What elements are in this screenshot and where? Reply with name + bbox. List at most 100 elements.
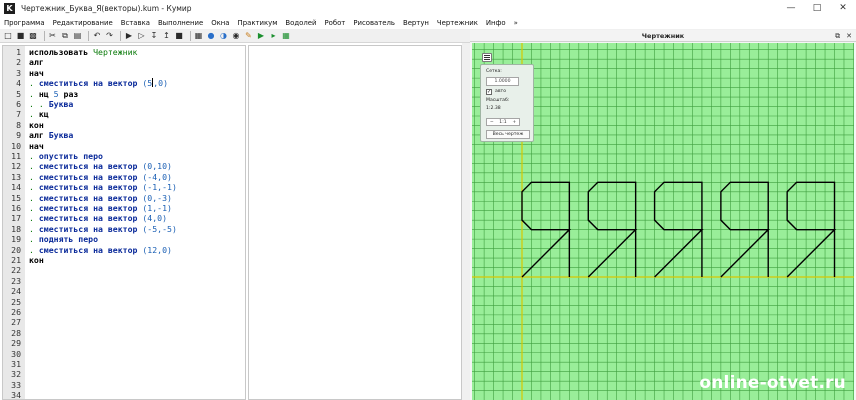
line-number: 3 [16,67,21,78]
menu-windows[interactable]: Окна [207,19,233,27]
new-file-icon[interactable]: □ [3,31,13,41]
grid-spinbox[interactable]: 1.0000 [486,77,519,86]
margin-panel[interactable] [248,45,462,400]
line-number: 34 [11,390,21,400]
auto-checkbox[interactable]: ✓ [486,89,492,95]
code-line[interactable]: 30 [3,349,243,359]
menu-vertun[interactable]: Вертун [399,19,433,27]
menu-program[interactable]: Программа [0,19,49,27]
app-window: K Чертежник_Буква_Я(векторы).kum - Кумир… [0,0,856,400]
toolbar-separator [120,30,121,41]
line-number: 24 [11,286,21,297]
code-line[interactable]: 14. сместиться на вектор (-1,-1) [3,182,243,192]
fit-drawing-button[interactable]: Весь чертеж [486,130,530,139]
menu-info[interactable]: Инфо [482,19,510,27]
menu-vodoley[interactable]: Водолей [281,19,320,27]
menu-drawer[interactable]: Чертежник [433,19,482,27]
code-line[interactable]: 9 алг Буква [3,130,243,140]
menu-practicum[interactable]: Практикум [234,19,282,27]
code-line[interactable]: 17. сместиться на вектор (4,0) [3,213,243,223]
step-out-icon[interactable]: ↥ [162,31,172,41]
code-line[interactable]: 15. сместиться на вектор (0,-3) [3,193,243,203]
camera-icon[interactable]: ◉ [231,31,241,41]
code-line[interactable]: 11. опустить перо [3,151,243,161]
code-token: сместиться на вектор [38,223,143,234]
undo-icon[interactable]: ↶ [92,31,102,41]
code-line[interactable]: 28 [3,328,243,338]
code-line[interactable]: 26 [3,307,243,317]
menu-insert[interactable]: Вставка [117,19,154,27]
code-text: . сместиться на вектор (-4,0) [29,172,172,182]
menu-run[interactable]: Выполнение [154,19,207,27]
code-line[interactable]: 23 [3,276,243,286]
code-line[interactable]: 34 [3,390,243,400]
globe-icon[interactable]: ◑ [219,31,229,41]
drawer-title: Чертежник [470,30,856,42]
redo-icon[interactable]: ↷ [105,31,115,41]
float-icon[interactable]: ⧉ [835,32,840,41]
grid-green-icon[interactable]: ▦ [281,31,291,41]
maximize-icon[interactable]: □ [804,0,830,16]
step-in-icon[interactable]: ↧ [149,31,159,41]
code-line[interactable]: 6 . . Буква [3,99,243,109]
code-line[interactable]: 2 алг [3,57,243,67]
grid-icon[interactable]: ▦ [194,31,204,41]
copy-icon[interactable]: ⧉ [60,31,70,41]
zoom-in-button[interactable]: + [512,120,516,125]
code-line[interactable]: 33 [3,380,243,390]
code-line[interactable]: 3 нач [3,68,243,78]
code-line[interactable]: 1 использовать Чертежник [3,47,243,57]
run-step-icon[interactable]: ▷ [137,31,147,41]
menu-edit[interactable]: Редактирование [49,19,117,27]
close-icon[interactable]: ✕ [846,32,852,40]
menu-more[interactable]: » [510,19,522,27]
code-line[interactable]: 18. сместиться на вектор (-5,-5) [3,224,243,234]
minimize-icon[interactable]: — [778,0,804,16]
menu-painter[interactable]: Рисователь [349,19,399,27]
code-line[interactable]: 22 [3,265,243,275]
stop-icon[interactable]: ■ [174,31,184,41]
menu-robot[interactable]: Робот [320,19,349,27]
step-green-icon[interactable]: ▸ [269,31,279,41]
line-number: 16 [11,203,21,213]
code-line[interactable]: 16. сместиться на вектор (1,-1) [3,203,243,213]
code-text: . поднять перо [29,234,98,244]
run-green-icon[interactable]: ▶ [256,31,266,41]
zoom-out-button[interactable]: − [490,120,494,125]
line-number: 17 [11,213,21,224]
cut-icon[interactable]: ✂ [48,31,58,41]
code-text: . сместиться на вектор (-5,-5) [29,224,177,234]
code-line[interactable]: 12. сместиться на вектор (0,10) [3,161,243,171]
drawer-controls: ⧉ ✕ [829,30,852,42]
line-number: 4 [16,78,21,89]
save-icon[interactable]: ▩ [28,31,38,41]
app-icon: K [4,2,15,14]
line-number: 33 [11,379,21,390]
code-line[interactable]: 7. кц [3,109,243,119]
code-line[interactable]: 24 [3,286,243,296]
splitter[interactable] [462,43,470,400]
code-line[interactable]: 10 нач [3,141,243,151]
code-line[interactable]: 29 [3,338,243,348]
open-file-icon[interactable]: ■ [16,31,26,41]
close-icon[interactable]: ✕ [830,0,856,16]
globe-icon[interactable]: ● [206,31,216,41]
code-line[interactable]: 4. сместиться на вектор (5,0) [3,78,243,88]
code-token: (-4,0) [142,171,172,182]
code-line[interactable]: 32 [3,369,243,379]
paste-icon[interactable]: ▤ [73,31,83,41]
code-line[interactable]: 27 [3,317,243,327]
code-line[interactable]: 5. нц 5 раз [3,89,243,99]
code-line[interactable]: 25 [3,297,243,307]
drawing-icon[interactable]: ✎ [244,31,254,41]
code-line[interactable]: 8 кон [3,120,243,130]
code-line[interactable]: 13. сместиться на вектор (-4,0) [3,172,243,182]
menu-icon[interactable] [482,53,492,62]
code-line[interactable]: 19. поднять перо [3,234,243,244]
run-icon[interactable]: ▶ [124,31,134,41]
code-text: . сместиться на вектор (12,0) [29,245,172,255]
code-line[interactable]: 21 кон [3,255,243,265]
code-line[interactable]: 20. сместиться на вектор (12,0) [3,245,243,255]
code-editor[interactable]: 1 использовать Чертежник 2 алг 3 нач 4. смести… [2,45,246,400]
code-line[interactable]: 31 [3,359,243,369]
